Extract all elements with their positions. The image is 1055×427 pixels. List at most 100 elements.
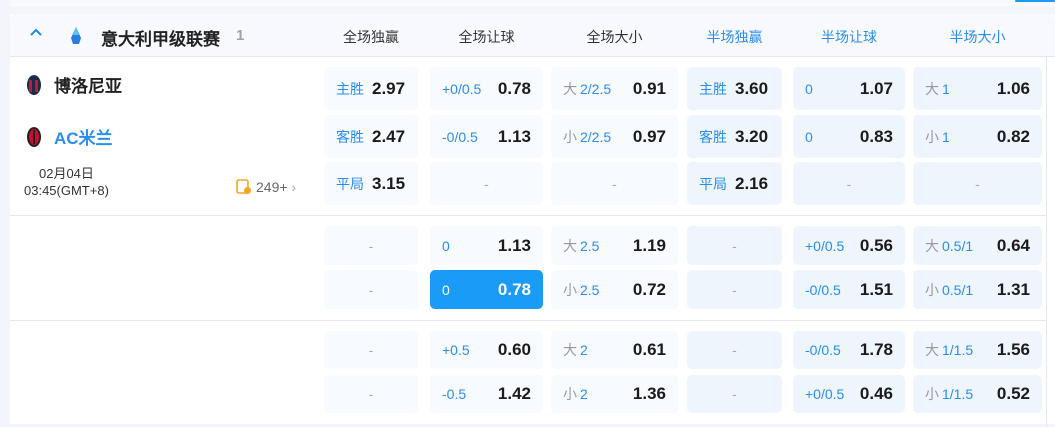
match-datetime: 02月04日 03:45(GMT+8) <box>24 165 109 199</box>
handicap-line: -0/0.5 <box>805 342 841 358</box>
odds-cell[interactable]: 大 2.5 1.19 <box>551 226 678 265</box>
league-name[interactable]: 意大利甲级联赛 <box>101 25 220 50</box>
handicap-line: -0/0.5 <box>442 128 478 145</box>
odds-value: 0.46 <box>859 384 893 403</box>
odds-value: 3.60 <box>735 78 769 98</box>
odds-cell-empty: - <box>324 375 418 413</box>
odds-cell[interactable]: 小 2 1.36 <box>551 375 678 413</box>
odds-label: 客胜 <box>699 128 727 145</box>
odds-value: 0.52 <box>996 384 1030 403</box>
column-header: 全场大小 <box>586 29 643 45</box>
handicap-line: 2/2.5 <box>580 128 612 145</box>
odds-cell[interactable]: +0/0.5 0.56 <box>793 226 905 265</box>
odds-cell[interactable]: 主胜 3.60 <box>687 67 782 110</box>
group-divider <box>10 320 1046 321</box>
home-team[interactable]: 博洛尼亚 <box>26 72 122 97</box>
odds-cell[interactable]: 平局 3.15 <box>324 162 418 205</box>
odds-label: 平局 <box>336 175 364 192</box>
odds-cell-empty: - <box>324 270 418 309</box>
odds-label: 大 <box>925 80 939 97</box>
odds-value: 2.16 <box>735 173 769 193</box>
odds-cell-empty: - <box>687 331 782 369</box>
odds-value: 0.60 <box>497 340 531 359</box>
odds-cell[interactable]: 平局 2.16 <box>687 162 782 205</box>
odds-cell[interactable]: 0 0.78 <box>430 270 543 309</box>
odds-cell[interactable]: 客胜 2.47 <box>324 115 418 158</box>
handicap-line: 2/2.5 <box>580 80 612 97</box>
odds-cell[interactable]: -0/0.5 1.13 <box>430 115 543 158</box>
handicap-line: +0/0.5 <box>805 386 845 402</box>
odds-cell-empty: - <box>687 375 782 413</box>
odds-value: 1.78 <box>859 340 893 359</box>
odds-cell[interactable]: 小 2/2.5 0.97 <box>551 115 678 158</box>
handicap-line: 0 <box>442 281 450 298</box>
bologna-crest-icon <box>27 74 41 95</box>
odds-cell[interactable]: 大 1 1.06 <box>913 67 1042 110</box>
handicap-line: 2 <box>580 386 588 402</box>
odds-value: 0.97 <box>632 126 666 146</box>
odds-label: 主胜 <box>699 80 727 97</box>
odds-cell-empty: - <box>551 162 678 205</box>
odds-cell[interactable]: 主胜 2.97 <box>324 67 418 110</box>
odds-value: 1.31 <box>996 279 1030 299</box>
odds-cell[interactable]: 小 2.5 0.72 <box>551 270 678 309</box>
odds-cell[interactable]: 小 0.5/1 1.31 <box>913 270 1042 309</box>
handicap-line: 2.5 <box>580 237 600 254</box>
odds-cell[interactable]: 小 1/1.5 0.52 <box>913 375 1042 413</box>
handicap-line: 2.5 <box>580 281 600 298</box>
handicap-line: -0/0.5 <box>805 281 841 298</box>
handicap-line: -0.5 <box>442 386 467 402</box>
odds-cell[interactable]: 0 1.07 <box>793 67 905 110</box>
odds-cell[interactable]: 小 1 0.82 <box>913 115 1042 158</box>
more-markets-link[interactable]: 249+ › <box>236 179 296 195</box>
away-team[interactable]: AC米兰 <box>26 124 113 149</box>
handicap-line: 1/1.5 <box>942 342 974 358</box>
handicap-line: 1 <box>942 80 950 97</box>
column-header: 全场让球 <box>458 29 515 45</box>
odds-label: 小 <box>925 281 939 298</box>
odds-value: 3.15 <box>372 173 406 193</box>
handicap-line: 0 <box>442 237 450 254</box>
odds-cell-empty: - <box>430 162 543 205</box>
column-header: 半场大小 <box>949 29 1006 45</box>
odds-cell[interactable]: -0/0.5 1.78 <box>793 331 905 369</box>
home-team-name: 博洛尼亚 <box>54 77 122 96</box>
handicap-line: 1/1.5 <box>942 386 974 402</box>
odds-cell[interactable]: 大 1/1.5 1.56 <box>913 331 1042 369</box>
odds-value: 2.97 <box>372 78 406 98</box>
handicap-line: 2 <box>580 342 588 358</box>
odds-label: 小 <box>563 128 577 145</box>
odds-value: 0.61 <box>632 340 666 359</box>
odds-cell[interactable]: 0 1.13 <box>430 226 543 265</box>
odds-label: 小 <box>925 386 939 402</box>
odds-cell-empty: - <box>324 226 418 265</box>
odds-cell[interactable]: +0/0.5 0.46 <box>793 375 905 413</box>
odds-value: 0.78 <box>497 78 531 98</box>
odds-cell[interactable]: 大 2/2.5 0.91 <box>551 67 678 110</box>
odds-cell[interactable]: -0/0.5 1.51 <box>793 270 905 309</box>
odds-cell-empty: - <box>793 162 905 205</box>
odds-cell[interactable]: 客胜 3.20 <box>687 115 782 158</box>
scroll-indicator <box>1015 0 1055 2</box>
odds-cell[interactable]: +0/0.5 0.78 <box>430 67 543 110</box>
odds-value: 0.82 <box>996 126 1030 146</box>
odds-value: 1.19 <box>632 235 666 255</box>
odds-label: 平局 <box>699 175 727 192</box>
odds-cell[interactable]: -0.5 1.42 <box>430 375 543 413</box>
odds-cell[interactable]: 大 0.5/1 0.64 <box>913 226 1042 265</box>
odds-cell[interactable]: 0 0.83 <box>793 115 905 158</box>
match-time: 03:45(GMT+8) <box>24 183 109 198</box>
handicap-line: +0.5 <box>442 342 470 358</box>
odds-label: 大 <box>925 342 939 358</box>
odds-cell-empty: - <box>687 226 782 265</box>
chevron-up-icon[interactable] <box>28 24 48 44</box>
odds-label: 小 <box>563 386 577 402</box>
scrollbar-divider <box>1046 57 1047 427</box>
odds-label: 小 <box>563 281 577 298</box>
odds-cell[interactable]: +0.5 0.60 <box>430 331 543 369</box>
away-team-name: AC米兰 <box>54 129 113 148</box>
odds-cell[interactable]: 大 2 0.61 <box>551 331 678 369</box>
odds-value: 1.07 <box>859 78 893 98</box>
match-date: 02月04日 <box>38 166 94 181</box>
markets-icon <box>236 179 251 194</box>
